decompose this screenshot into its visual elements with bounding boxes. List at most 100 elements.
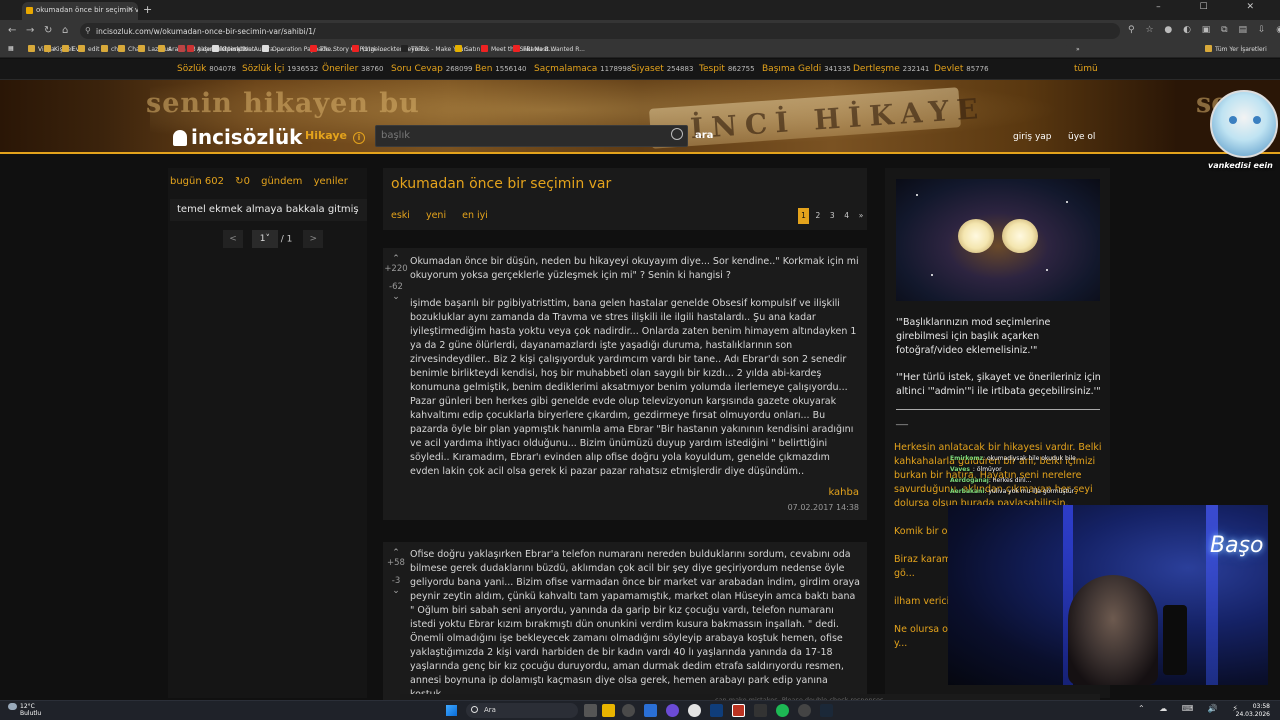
url-text: incisozluk.com/w/okumadan-once-bir-secim… [96,27,316,36]
nav-category-link[interactable]: Başıma Geldi 341335 [762,64,851,74]
page-select[interactable]: 1˅ [251,230,278,248]
window-controls[interactable]: – ☐ ✕ [1156,2,1272,12]
page-link-current[interactable]: 1 [798,208,809,224]
refresh-button[interactable]: ↻0 [235,176,250,187]
windows-start-icon[interactable] [446,705,457,716]
page-next-link[interactable]: » [856,208,867,224]
bookmark-item[interactable]: edit [78,45,100,53]
tab-best[interactable]: en iyi [462,210,488,221]
site-info-icon[interactable]: ⚲ [85,26,91,35]
close-tab-icon[interactable]: ✕ [127,5,134,14]
bookmark-icon [1205,45,1212,52]
sidebar-tabs: bugün 602 ↻0 gündem yeniler [170,176,356,187]
app-icon[interactable] [754,704,767,717]
bookmark-item[interactable]: Ev [62,45,79,53]
prev-page-button[interactable]: < [223,230,243,248]
taskbar: 12°C Bulutlu Ara ⌃ ☁ ⌨ 🔊 ⚡ 03:58 24.03.2… [0,700,1280,720]
nav-category-count: 268099 [445,65,473,73]
nav-category-link[interactable]: Ben 1556140 [475,64,526,74]
banner-slogan: senin hikayen bu [146,88,420,119]
upvote-count: +220 [384,264,408,274]
latest-tab[interactable]: yeniler [314,176,348,187]
bookmarks-bar: ▦ VidyaKişiselEveditchanChaoLazarusAraba… [0,42,1280,58]
chat-user: Vaves_ [950,466,973,473]
next-page-button[interactable]: > [303,230,324,248]
downvote-icon[interactable]: ⌄ [383,586,409,596]
system-tray[interactable]: ⌃ ☁ ⌨ 🔊 ⚡ [1138,704,1244,713]
info-quote-admin: '"Her türlü istek, şikayet ve önerilerin… [896,372,1101,397]
chat-message: Vaves_: ölmüyor [950,466,1002,473]
entry-paragraph: Ofise doğru yaklaşırken Ebrar'a telefon … [410,549,860,700]
app-icon[interactable] [798,704,811,717]
home-icon[interactable]: ⌂ [62,25,68,36]
bookmark-icon [78,45,85,52]
page-total: / 1 [280,234,293,245]
star-dot [1066,201,1068,203]
extensions-toolbar[interactable]: ⚲ ☆ ● ◐ ▣ ⧉ ▤ ⇩ ◉ ⋮ [1128,25,1280,35]
divider-dash: ___ [896,416,908,425]
login-link[interactable]: giriş yap [1013,132,1052,142]
nav-category-link[interactable]: Tespit 862755 [699,64,755,74]
nav-category-link[interactable]: Saçmalamaca 1178998 [534,64,631,74]
nav-category-link[interactable]: Siyaset 254883 [631,64,693,74]
reload-icon[interactable]: ↻ [44,25,52,36]
app-icon[interactable] [644,704,657,717]
nav-category-link[interactable]: Soru Cevap 268099 [391,64,472,74]
downvote-icon[interactable]: ⌄ [383,292,409,302]
task-view-icon[interactable] [584,704,597,717]
agenda-tab[interactable]: gündem [261,176,302,187]
nav-category-link[interactable]: Dertleşme 232141 [853,64,929,74]
entry-author[interactable]: kahba [828,487,859,498]
weather-widget[interactable]: 12°C Bulutlu [8,703,41,717]
url-field[interactable]: ⚲ incisozluk.com/w/okumadan-once-bir-sec… [80,23,1120,39]
spotify-icon[interactable] [776,704,789,717]
nav-category-link[interactable]: Sözlük 804078 [177,64,236,74]
page-link[interactable]: 2 [812,208,823,224]
app-icon[interactable] [666,704,679,717]
nav-category-link[interactable]: Öneriler 38760 [322,64,383,74]
chat-message: Aerdoğanaj: herkes dinl... [950,477,1032,484]
bookmark-item[interactable]: FBI Most Wanted R... [513,45,585,53]
page-title[interactable]: okumadan önce bir seçimin var [391,176,611,192]
page-link[interactable]: 3 [827,208,838,224]
section-hikaye-link[interactable]: Hikaye i [305,129,366,144]
search-input[interactable]: başlık [375,125,688,147]
steam-icon[interactable] [820,704,833,717]
app-icon[interactable] [732,704,745,717]
upvote-icon[interactable]: ⌃ [383,548,409,558]
bookmark-item[interactable]: Tüm Yer İşaretleri [1205,45,1267,53]
new-tab-button[interactable]: + [143,3,152,16]
back-icon[interactable]: ← [8,25,16,36]
browser-tab-active[interactable]: okumadan önce bir seçimin var ✕ [22,2,138,20]
search-icon[interactable] [671,128,683,140]
today-tab[interactable]: bugün 602 [170,176,224,187]
entry-date[interactable]: 07.02.2017 14:38 [788,503,859,512]
chrome-icon[interactable] [688,704,701,717]
search-button[interactable]: ara [695,130,713,141]
microphone [1163,605,1187,675]
page-link[interactable]: 4 [841,208,852,224]
forward-icon[interactable]: → [26,25,34,36]
register-link[interactable]: üye ol [1068,132,1095,142]
upvote-icon[interactable]: ⌃ [383,254,409,264]
apps-icon[interactable]: ▦ [8,45,14,52]
taskbar-search[interactable]: Ara [466,703,578,718]
tab-newest[interactable]: yeni [426,210,446,221]
site-logo[interactable]: incisözlük [173,125,302,149]
file-explorer-icon[interactable] [602,704,615,717]
taskbar-clock[interactable]: 03:58 24.03.2026 [1236,703,1270,719]
nav-category-link[interactable]: Devlet 85776 [934,64,989,74]
bookmark-icon [138,45,145,52]
nav-all-link[interactable]: tümü [1074,64,1098,74]
bookmark-item[interactable]: » [1066,45,1080,53]
nav-category-link[interactable]: Sözlük İçi 1936532 [242,64,318,74]
nav-category-label: Saçmalamaca [534,64,598,74]
tab-oldest[interactable]: eski [391,210,410,221]
info-icon[interactable]: i [353,132,366,144]
sidebar-topic-item[interactable]: temel ekmek almaya bakkala gitmiş [170,199,367,221]
chevron-down-icon: ˅ [265,234,270,244]
app-icon[interactable] [622,704,635,717]
bookmark-icon [513,45,520,52]
photoshop-icon[interactable] [710,704,723,717]
entry-text: Ofise doğru yaklaşırken Ebrar'a telefon … [410,548,862,702]
